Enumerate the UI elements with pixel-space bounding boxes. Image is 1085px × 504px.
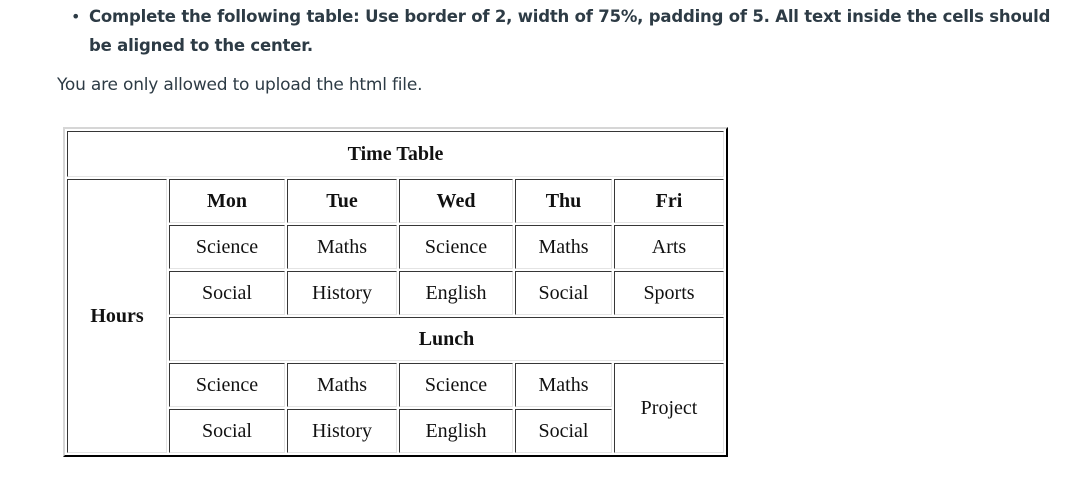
cell-mon-period-1: Science [169, 225, 285, 269]
hours-header: Hours [67, 179, 167, 453]
upload-note: You are only allowed to upload the html … [57, 75, 423, 95]
cell-tue-period-1: Maths [287, 225, 397, 269]
cell-fri-period-2: Sports [614, 271, 724, 315]
day-header-thu: Thu [515, 179, 612, 223]
cell-fri-period-1: Arts [614, 225, 724, 269]
cell-thu-period-3: Maths [515, 363, 612, 407]
table-title-row: Time Table [67, 131, 724, 177]
cell-thu-period-4: Social [515, 409, 612, 453]
days-header-row: Hours Mon Tue Wed Thu Fri [67, 179, 724, 453]
cell-mon-period-4: Social [169, 409, 285, 453]
cell-tue-period-2: History [287, 271, 397, 315]
cell-wed-period-2: English [399, 271, 513, 315]
day-header-mon: Mon [169, 179, 285, 223]
cell-wed-period-1: Science [399, 225, 513, 269]
day-header-wed: Wed [399, 179, 513, 223]
cell-fri-project: Project [614, 363, 724, 453]
table-title: Time Table [67, 131, 724, 177]
cell-wed-period-4: English [399, 409, 513, 453]
cell-mon-period-3: Science [169, 363, 285, 407]
task-instruction: Complete the following table: Use border… [89, 7, 1051, 55]
lunch-cell: Lunch [169, 317, 724, 361]
cell-tue-period-4: History [287, 409, 397, 453]
cell-mon-period-2: Social [169, 271, 285, 315]
day-header-fri: Fri [614, 179, 724, 223]
cell-tue-period-3: Maths [287, 363, 397, 407]
cell-thu-period-2: Social [515, 271, 612, 315]
day-header-tue: Tue [287, 179, 397, 223]
bullet-marker: • [71, 7, 81, 26]
time-table: Time Table Hours Mon Tue Wed Thu Fri Sci… [63, 127, 728, 457]
cell-thu-period-1: Maths [515, 225, 612, 269]
cell-wed-period-3: Science [399, 363, 513, 407]
